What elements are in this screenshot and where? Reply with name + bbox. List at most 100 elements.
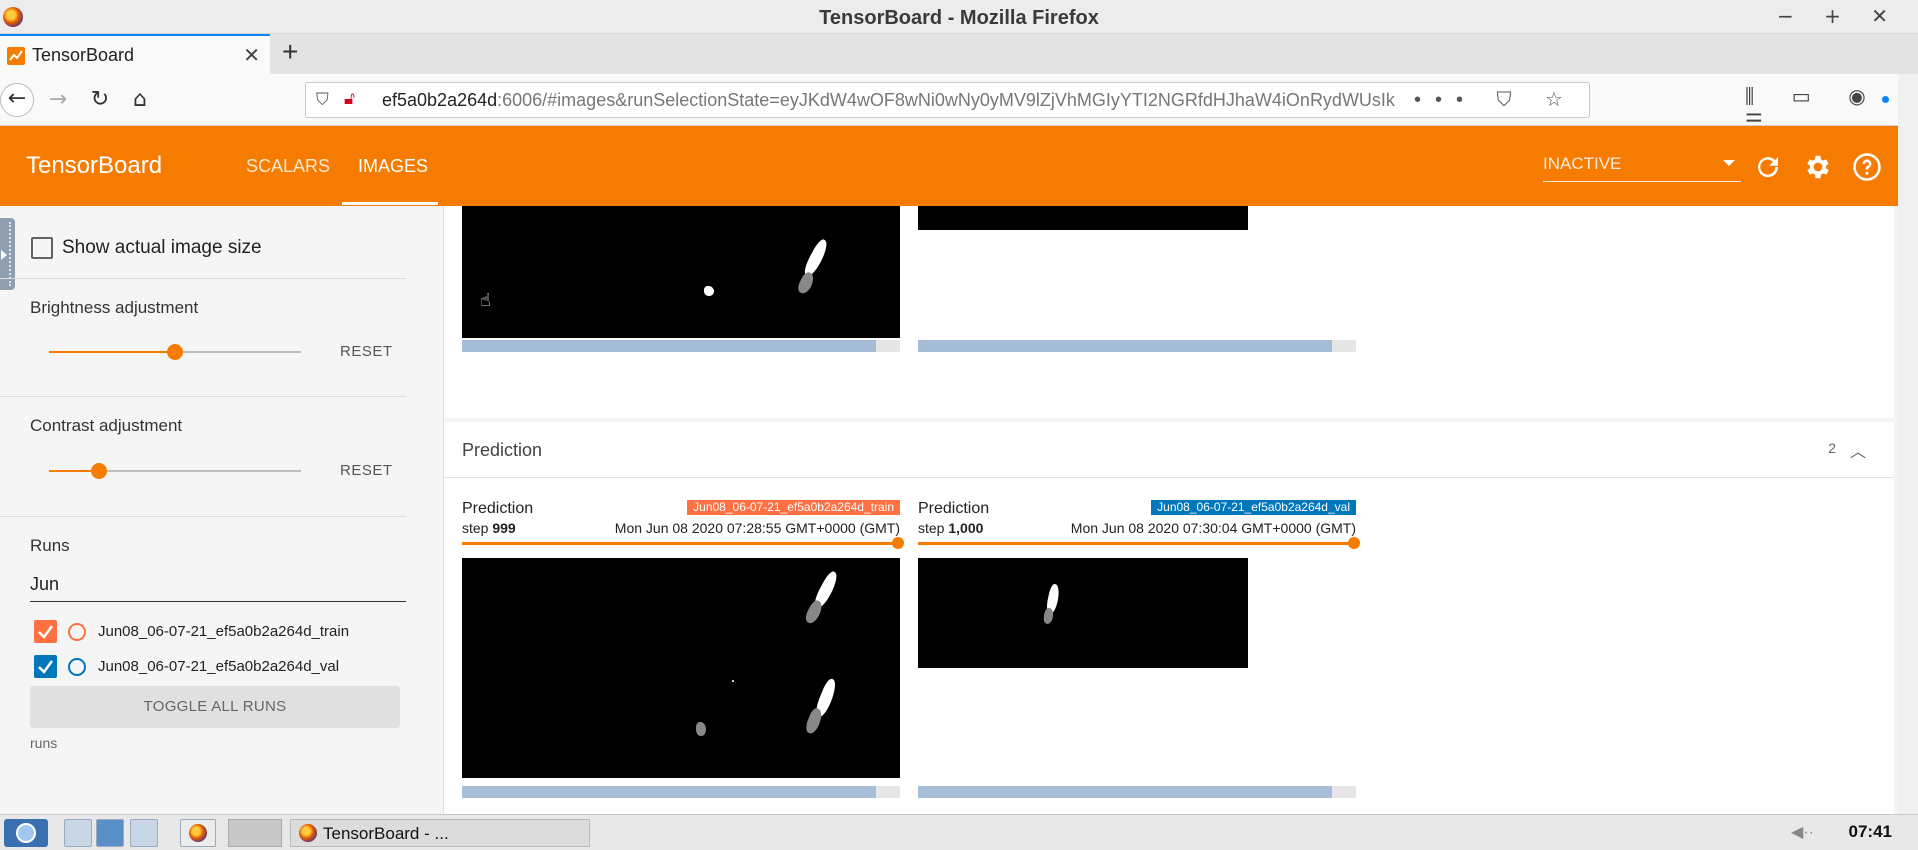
volume-icon[interactable]: ◀︎·· [1791,822,1814,842]
image-card-train: Prediction Jun08_06-07-21_ef5a0b2a264d_t… [462,500,904,800]
card-step: step 999 [462,520,516,536]
tracking-shield-icon[interactable]: ⛉ [316,90,329,110]
card-step-slider[interactable] [918,537,1360,549]
tensorboard-brand: TensorBoard [26,152,163,179]
step-slider-fill [462,786,877,798]
file-manager-icon[interactable] [64,819,92,847]
window-icon[interactable] [130,819,158,847]
plugin-select-dropdown[interactable]: INACTIVE [1543,152,1741,182]
section-count-badge: 2 [1828,440,1836,456]
contrast-slider-knob[interactable] [91,463,108,479]
mask-blob [696,722,706,736]
step-slider-fill [918,786,1333,798]
browser-tabbar: TensorBoard ✕ + [0,34,1918,74]
show-actual-size-checkbox[interactable] [31,237,53,259]
reload-button[interactable]: ↻ [84,84,116,116]
settings-gear-icon[interactable] [1803,152,1833,182]
main-content[interactable]: ☝ Prediction 2 ︿ Prediction Jun08_06-07-… [444,206,1898,814]
firefox-icon [189,824,207,842]
mask-blob [795,270,817,296]
brightness-slider[interactable] [49,344,301,360]
sidebar-divider [0,278,406,279]
start-menu-button[interactable] [4,819,48,847]
prediction-section-header[interactable]: Prediction 2 ︿ [444,422,1894,478]
image-section-previous: ☝ [444,206,1894,418]
chevron-up-icon[interactable]: ︿ [1850,438,1866,462]
drag-dots [9,222,11,286]
image-preview-train[interactable]: ☝ [462,206,900,338]
firefox-launcher-icon[interactable] [180,819,216,847]
contrast-slider[interactable] [49,463,301,479]
step-slider-fill [918,340,1333,352]
card-timestamp: Mon Jun 08 2020 07:28:55 GMT+0000 (GMT) [614,520,900,536]
tab-close-icon[interactable]: ✕ [243,43,260,68]
card-tag: Prediction [462,500,534,517]
section-title: Prediction [462,440,543,460]
toggle-all-runs-button[interactable]: TOGGLE ALL RUNS [30,686,400,728]
url-text[interactable]: ef5a0b2a264d:6006/#images&runSelectionSt… [382,90,1452,111]
run-checkbox-train[interactable] [34,620,57,643]
step-slider-val[interactable] [918,786,1356,798]
hand-cursor-icon: ☝ [480,290,491,310]
expand-arrow-icon [1,250,7,260]
taskbar-task-firefox[interactable]: TensorBoard - ... [290,819,590,847]
plugin-select-value: INACTIVE [1543,154,1622,173]
forward-button[interactable]: → [42,84,74,116]
home-button[interactable]: ⌂ [124,84,156,116]
back-button[interactable]: ← [0,83,34,117]
prediction-image-val[interactable] [918,558,1248,668]
prediction-image-train[interactable] [462,558,900,778]
image-preview-val[interactable] [918,206,1248,230]
card-step: step 1,000 [918,520,984,536]
browser-tab-tensorboard[interactable]: TensorBoard ✕ [0,34,270,74]
browser-navbar: ← → ↻ ⌂ ⛉ 🔓︎ ef5a0b2a264d:6006/#images&r… [0,74,1918,133]
runs-heading: Runs [30,536,70,555]
window-titlebar: TensorBoard - Mozilla Firefox − + ✕ [0,0,1918,34]
window-title: TensorBoard - Mozilla Firefox [819,7,1099,29]
sidebar-divider [0,516,406,517]
maximize-button[interactable]: + [1824,4,1853,28]
card-timestamp: Mon Jun 08 2020 07:30:04 GMT+0000 (GMT) [1070,520,1356,536]
brightness-slider-fill [49,351,175,353]
run-label-train: Jun08_06-07-21_ef5a0b2a264d_train [98,623,350,640]
url-bar[interactable]: ⛉ 🔓︎ ef5a0b2a264d:6006/#images&runSelect… [305,82,1590,118]
card-step-slider-knob[interactable] [892,537,904,549]
terminal-icon[interactable] [96,819,124,847]
step-slider-fill [462,340,877,352]
card-run-chip: Jun08_06-07-21_ef5a0b2a264d_train [687,500,900,515]
card-step-slider-knob[interactable] [1348,537,1360,549]
runs-filter-input[interactable]: Jun [30,572,406,602]
step-slider-train[interactable] [462,786,900,798]
desktop-pager[interactable] [228,819,282,847]
help-icon[interactable] [1852,152,1882,182]
brightness-slider-knob[interactable] [167,344,183,360]
close-window-button[interactable]: ✕ [1871,4,1900,28]
step-slider-train[interactable] [462,340,900,352]
show-actual-size-label[interactable]: Show actual image size [62,237,262,259]
contrast-reset-button[interactable]: RESET [340,462,393,479]
tensorboard-favicon [7,47,25,65]
sidebar-divider [0,396,406,397]
window-controls[interactable]: − + ✕ [1777,4,1900,28]
sidebar-toggle-handle[interactable] [0,218,15,290]
contrast-label: Contrast adjustment [30,416,183,435]
reload-icon[interactable] [1753,152,1783,182]
run-checkbox-val[interactable] [34,655,57,678]
active-tab-indicator [342,202,438,205]
minimize-button[interactable]: − [1777,4,1806,28]
brightness-reset-button[interactable]: RESET [340,343,393,360]
tab-scalars[interactable]: SCALARS [246,156,330,177]
run-color-radio-train[interactable] [68,623,86,641]
card-tag: Prediction [918,500,990,517]
prediction-section: Prediction 2 ︿ Prediction Jun08_06-07-21… [444,422,1894,814]
run-color-radio-val[interactable] [68,658,86,676]
page-actions[interactable]: ••• ⛉ ☆ [1414,87,1577,112]
dropdown-arrow-icon [1723,160,1735,166]
card-step-slider[interactable] [462,537,904,549]
page-scrollbar[interactable] [1898,74,1918,814]
task-label: TensorBoard - ... [323,824,449,843]
new-tab-button[interactable]: + [282,36,298,68]
insecure-lock-icon[interactable]: 🔓︎ [344,89,355,109]
step-slider-val[interactable] [918,340,1356,352]
tab-images[interactable]: IMAGES [358,156,428,177]
